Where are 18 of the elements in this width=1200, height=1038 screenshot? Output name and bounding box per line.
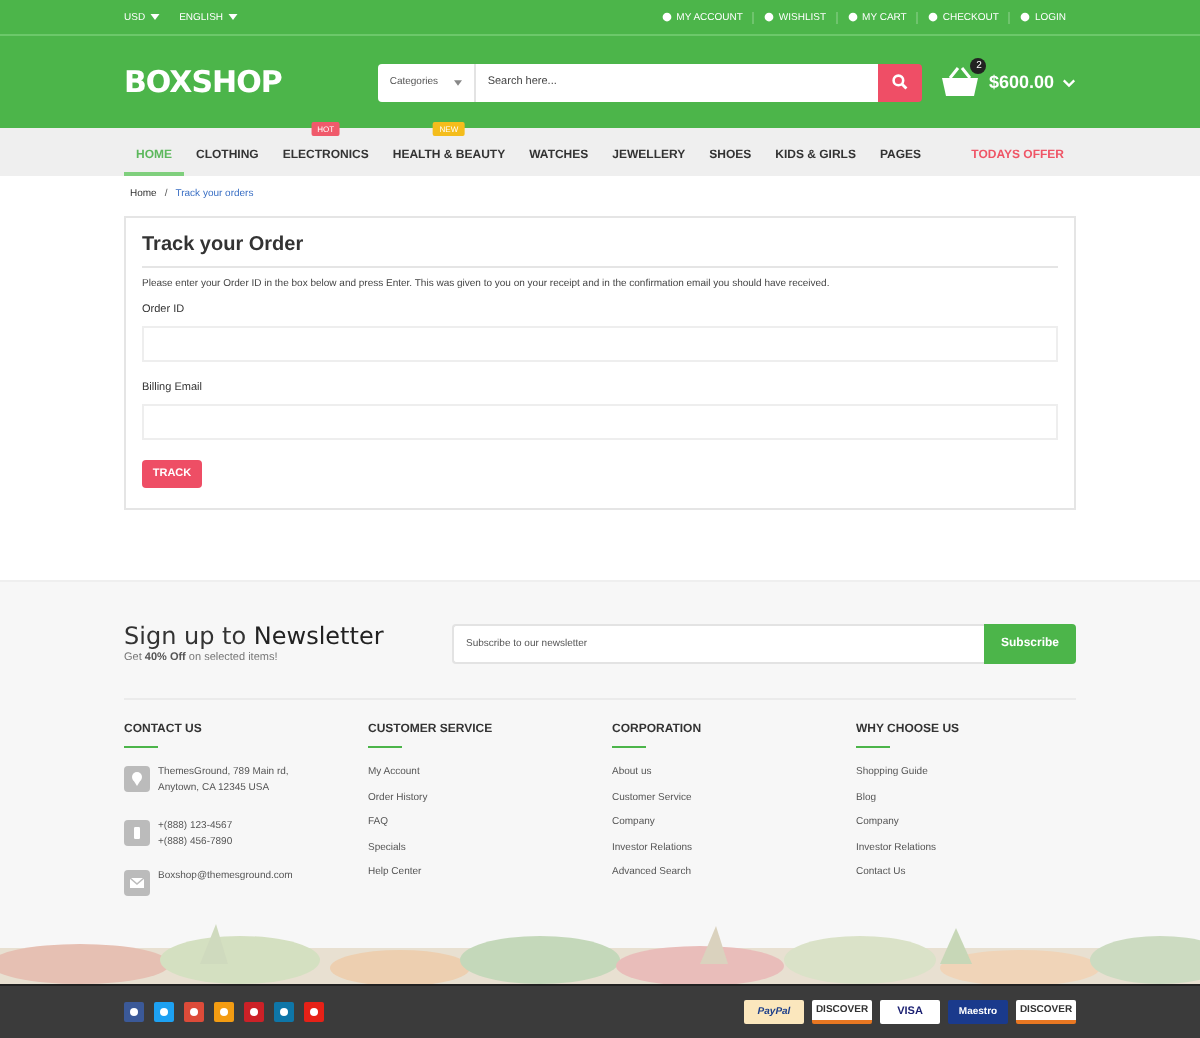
social-icon[interactable] <box>184 1002 204 1022</box>
social-icon[interactable] <box>274 1002 294 1022</box>
search-icon <box>891 74 908 90</box>
caret-icon <box>149 14 160 20</box>
social-icon[interactable] <box>124 1002 144 1022</box>
envelope-icon <box>124 870 150 896</box>
chevron-icon <box>1062 77 1076 87</box>
newsletter-title: Sign up to Newsletter <box>124 622 384 650</box>
basket-icon[interactable] <box>940 66 981 98</box>
caret-icon <box>227 14 238 20</box>
card-title: Track your Order <box>142 234 1058 268</box>
social-icon[interactable] <box>244 1002 264 1022</box>
caret-icon <box>453 79 462 85</box>
phone-icon <box>124 820 150 846</box>
social-icon[interactable] <box>304 1002 324 1022</box>
search-button[interactable] <box>877 63 922 101</box>
social-icon[interactable] <box>154 1002 174 1022</box>
location-pin-icon <box>124 766 150 792</box>
